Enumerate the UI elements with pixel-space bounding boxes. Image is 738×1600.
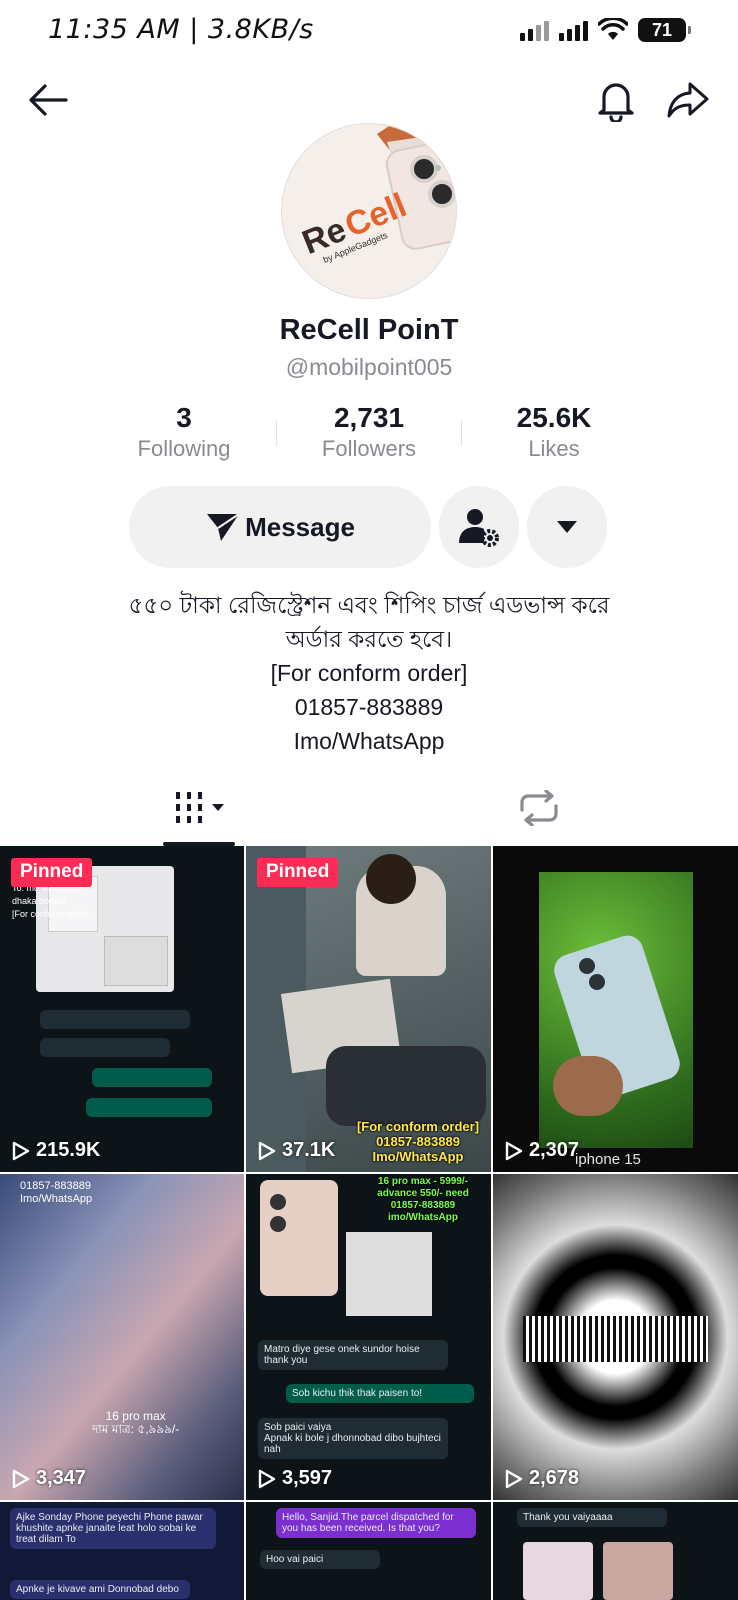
pinned-badge: Pinned (11, 858, 93, 887)
view-count: 215.9K (12, 1139, 101, 1162)
signal-2-icon (559, 19, 588, 41)
tab-reposts[interactable] (354, 780, 723, 846)
play-icon (505, 1141, 523, 1160)
view-count: 2,678 (505, 1467, 579, 1490)
pinned-badge: Pinned (257, 858, 339, 887)
videos-grid-icon (175, 792, 224, 823)
chat-bubble: Thank you vaiyaaaa (517, 1508, 667, 1527)
chat-bubble: Hoo vai paici (260, 1550, 380, 1569)
video-tile[interactable]: 16 pro max - 5999/- advance 550/- need 0… (246, 1174, 491, 1500)
play-icon (258, 1469, 276, 1488)
view-count: 3,347 (12, 1467, 86, 1490)
likes-label: Likes (528, 436, 580, 461)
view-count: 37.1K (258, 1139, 335, 1162)
repost-icon (519, 790, 558, 826)
share-arrow-icon (667, 82, 709, 118)
video-caption: [For conform order] 01857-883889 Imo/Wha… (356, 1119, 480, 1164)
more-dropdown-button[interactable] (527, 486, 607, 568)
chat-bubble: Sob kichu thik thak paisen to! (286, 1384, 474, 1403)
status-icons: 71 (520, 18, 691, 42)
view-count-value: 37.1K (282, 1139, 336, 1161)
video-tile[interactable]: 2,678 (493, 1174, 738, 1500)
back-arrow-icon (29, 84, 68, 116)
bio-line: Imo/WhatsApp (293, 728, 445, 754)
following-label: Following (137, 436, 231, 461)
play-icon (12, 1469, 30, 1488)
video-caption: 16 pro max - 5999/- advance 550/- need 0… (377, 1176, 469, 1223)
view-count-value: 3,597 (282, 1467, 333, 1489)
caret-down-icon (557, 521, 577, 533)
play-icon (258, 1141, 276, 1160)
chat-bubble: Ajke Sonday Phone peyechi Phone pawar kh… (10, 1508, 216, 1549)
view-count: 2,307 (505, 1139, 579, 1162)
battery-icon: 71 (638, 18, 691, 42)
video-tile[interactable]: 01857-883889 Imo/WhatsApp 16 pro max দাম… (0, 1174, 244, 1500)
view-count-value: 215.9K (36, 1139, 101, 1161)
wifi-icon (598, 18, 628, 40)
followers-count: 2,731 (333, 402, 405, 433)
avatar[interactable]: Re Cell by AppleGadgets (281, 123, 457, 299)
profile-bio: ৫৫০ টাকা রেজিস্ট্রেশন এবং শিপিং চার্জ এড… (0, 588, 738, 758)
profile-actions: Message (0, 486, 738, 568)
profile-stats: 3 Following 2,731 Followers 25.6K Likes (0, 402, 738, 472)
video-tile[interactable]: To: md samim vai dhaka bonani [For conform… (0, 846, 244, 1172)
following-stat[interactable]: 3 Following (99, 402, 269, 462)
bio-line: অর্ডার করতে হবে। (285, 626, 453, 652)
video-tile[interactable]: Pinned [For conform order] 01857-883889 … (246, 846, 491, 1172)
signal-icon (520, 19, 549, 41)
bell-icon (598, 83, 634, 122)
message-label: Message (245, 511, 355, 542)
view-count-value: 2,307 (529, 1139, 580, 1161)
video-tile[interactable]: Thank you vaiyaaaa (493, 1502, 738, 1600)
chat-bubble: Apnke je kivave ami Donnobad debo (10, 1580, 190, 1599)
profile-handle: @mobilpoint005 (285, 354, 453, 380)
play-icon (12, 1141, 30, 1160)
bio-phone: 01857-883889 (294, 694, 444, 720)
chat-bubble: Hello, Sanjid.The parcel dispatched for … (276, 1508, 476, 1538)
profile-name: ReCell PoinT (279, 314, 459, 346)
video-tile[interactable]: Ajke Sonday Phone peyechi Phone pawar kh… (0, 1502, 244, 1600)
video-tile[interactable]: Hello, Sanjid.The parcel dispatched for … (246, 1502, 491, 1600)
video-caption: iphone 15 (575, 1151, 641, 1168)
followers-stat[interactable]: 2,731 Followers (284, 402, 454, 462)
user-settings-button[interactable] (439, 486, 519, 568)
video-grid: To: md samim vai dhaka bonani [For conform… (0, 846, 738, 1600)
stat-divider (461, 420, 462, 446)
status-time: 11:35 AM | 3.8KB/s (48, 14, 314, 45)
view-count-value: 2,678 (529, 1467, 580, 1489)
user-gear-icon (459, 509, 499, 547)
chat-bubble: Sob paici vaiya Apnak ki bole j dhonnoba… (258, 1418, 448, 1459)
tab-videos[interactable] (16, 780, 385, 846)
play-icon (505, 1469, 523, 1488)
back-button[interactable] (24, 76, 72, 124)
video-tile[interactable]: iphone 15 2,307 (493, 846, 738, 1172)
message-button[interactable]: Message (129, 486, 431, 568)
chat-bubble: Matro diye gese onek sundor hoise thank … (258, 1340, 448, 1370)
stat-divider (276, 420, 277, 446)
view-count-value: 3,347 (36, 1467, 87, 1489)
following-count: 3 (176, 402, 192, 433)
view-count: 3,597 (258, 1467, 332, 1490)
share-button[interactable] (664, 76, 712, 124)
video-caption: 01857-883889 Imo/WhatsApp (20, 1180, 93, 1205)
content-tabs (0, 780, 738, 846)
status-bar: 11:35 AM | 3.8KB/s 71 (0, 0, 738, 62)
send-icon (207, 513, 240, 541)
likes-count: 25.6K (516, 402, 592, 433)
avatar-logo-image: Re Cell by AppleGadgets (282, 124, 456, 298)
likes-stat[interactable]: 25.6K Likes (469, 402, 639, 462)
notifications-button[interactable] (592, 76, 640, 124)
video-caption: 16 pro max দাম মাত্র: ৫,৯৯৯/- (92, 1409, 180, 1436)
bio-line: [For conform order] (270, 660, 468, 686)
bio-line: ৫৫০ টাকা রেজিস্ট্রেশন এবং শিপিং চার্জ এড… (128, 592, 610, 618)
followers-label: Followers (321, 436, 417, 461)
